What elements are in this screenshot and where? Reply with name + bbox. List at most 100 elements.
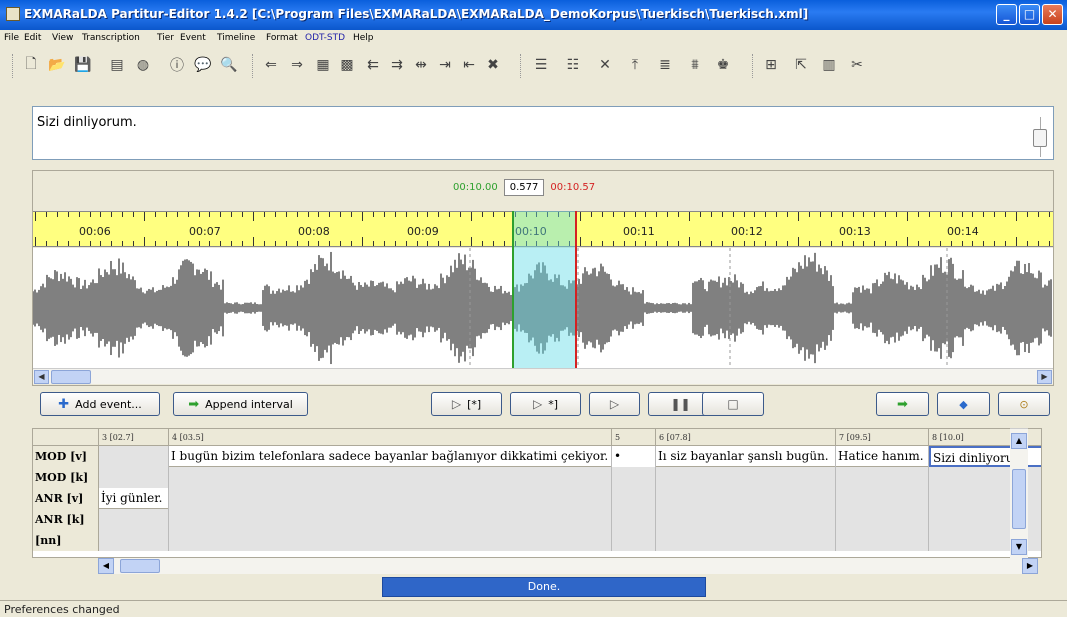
event-cell[interactable] (836, 530, 929, 551)
go-forward-button[interactable]: ➡ (876, 392, 929, 416)
merge-icon[interactable]: ▩ (336, 54, 358, 76)
speech-bubble-icon[interactable]: 💬 (192, 54, 214, 76)
event-cell[interactable] (612, 467, 656, 488)
column-header[interactable]: 4 [03.5] (169, 429, 612, 446)
text-left-icon[interactable]: ⇐ (260, 54, 282, 76)
tier-label[interactable]: MOD [v] (33, 446, 99, 467)
tier-label[interactable]: ANR [k] (33, 509, 99, 530)
event-cell[interactable] (169, 509, 612, 530)
columns-icon[interactable]: ▥ (818, 54, 840, 76)
tier-label[interactable]: ANR [v] (33, 488, 99, 509)
event-cell[interactable]: İyi günler. (99, 488, 169, 509)
info-icon[interactable]: ⓘ (166, 54, 188, 76)
event-cell[interactable]: • (612, 446, 656, 467)
play-button[interactable]: ▷ (589, 392, 640, 416)
align-icon[interactable]: ⊞ (760, 54, 782, 76)
export-icon[interactable]: ⇱ (790, 54, 812, 76)
selection-length[interactable]: 0.577 (503, 179, 545, 196)
event-cell[interactable] (656, 488, 836, 509)
cut-icon[interactable]: ✂ (846, 54, 868, 76)
scroll-up-icon[interactable]: ▲ (1011, 433, 1027, 449)
selection-end-marker[interactable] (575, 211, 577, 368)
event-cell[interactable] (836, 467, 929, 488)
event-cell[interactable] (169, 488, 612, 509)
stack-icon[interactable]: ≣ (654, 54, 676, 76)
shift-right-icon[interactable]: ⇉ (386, 54, 408, 76)
minimize-button[interactable]: _ (996, 4, 1017, 25)
menu-transcription[interactable]: Transcription (82, 33, 140, 43)
event-cell[interactable] (99, 446, 169, 467)
globe-icon[interactable]: ◍ (132, 54, 154, 76)
scroll-right-icon[interactable]: ▶ (1037, 370, 1052, 384)
event-cell[interactable] (612, 530, 656, 551)
scroll-left-icon[interactable]: ◀ (98, 558, 114, 574)
new-document-icon[interactable]: 🗋 (20, 54, 42, 76)
insert-tier-icon[interactable]: ☰ (530, 54, 552, 76)
time-button[interactable]: ⊙ (998, 392, 1050, 416)
event-text-display[interactable]: Sizi dinliyorum. (32, 106, 1054, 160)
menu-file[interactable]: File (4, 33, 19, 43)
event-cell[interactable] (836, 509, 929, 530)
maximize-button[interactable]: □ (1019, 4, 1040, 25)
navigate-button[interactable]: ◆ (937, 392, 990, 416)
selection-start-marker[interactable] (512, 211, 514, 368)
split-icon[interactable]: ⇹ (410, 54, 432, 76)
tier-remove-icon[interactable]: ✕ (594, 54, 616, 76)
menu-odt-std[interactable]: ODT-STD (305, 33, 345, 43)
scroll-thumb[interactable] (120, 559, 160, 573)
event-cell[interactable] (99, 530, 169, 551)
event-cell[interactable] (612, 509, 656, 530)
scroll-thumb[interactable] (1012, 469, 1026, 529)
event-cell[interactable] (99, 467, 169, 488)
scroll-down-icon[interactable]: ▼ (1011, 539, 1027, 555)
event-cell[interactable] (99, 509, 169, 530)
speaker-icon[interactable]: ♚ (712, 54, 734, 76)
partitur-horizontal-scrollbar[interactable]: ◀ ▶ (98, 558, 1038, 574)
menu-help[interactable]: Help (353, 33, 374, 43)
shift-left-icon[interactable]: ⇇ (362, 54, 384, 76)
event-cell[interactable]: Iı siz bayanlar şanslı bugün. (656, 446, 836, 467)
event-cell[interactable] (656, 530, 836, 551)
search-icon[interactable]: 🔍 (218, 54, 240, 76)
menu-timeline[interactable]: Timeline (217, 33, 255, 43)
event-cell[interactable]: I bugün bizim telefonlara sadece bayanla… (169, 446, 612, 467)
event-cell[interactable] (612, 488, 656, 509)
menu-event[interactable]: Event (180, 33, 206, 43)
scroll-left-icon[interactable]: ◀ (34, 370, 49, 384)
column-header[interactable]: 7 [09.5] (836, 429, 929, 446)
menu-format[interactable]: Format (266, 33, 298, 43)
upload-icon[interactable]: ⤒ (624, 54, 646, 76)
tier-label[interactable]: MOD [k] (33, 467, 99, 488)
play-selection-start-button[interactable]: ▷ [*] (431, 392, 502, 416)
event-cell[interactable] (169, 467, 612, 488)
menu-edit[interactable]: Edit (24, 33, 41, 43)
tier-properties-icon[interactable]: ☷ (562, 54, 584, 76)
timeline-scrollbar[interactable]: ◀ ▶ (33, 368, 1053, 384)
save-icon[interactable]: 💾 (72, 54, 94, 76)
column-header[interactable]: 3 [02.7] (99, 429, 169, 446)
selection-highlight[interactable] (514, 211, 576, 368)
partitur-vertical-scrollbar[interactable]: ▲ ▼ (1010, 428, 1028, 558)
menu-tier[interactable]: Tier (157, 33, 174, 43)
event-cell[interactable] (169, 530, 612, 551)
event-cell[interactable] (836, 488, 929, 509)
column-header[interactable]: 6 [07.8] (656, 429, 836, 446)
text-right-icon[interactable]: ⇒ (286, 54, 308, 76)
append-interval-button[interactable]: ➡ Append interval (173, 392, 308, 416)
collapse-icon[interactable]: ⩩ (684, 54, 706, 76)
event-cell[interactable] (656, 509, 836, 530)
event-cell[interactable] (656, 467, 836, 488)
grid-icon[interactable]: ▦ (312, 54, 334, 76)
event-cell[interactable]: Hatice hanım. (836, 446, 929, 467)
column-header[interactable]: 5 (612, 429, 656, 446)
close-button[interactable]: ✕ (1042, 4, 1063, 25)
move-right-icon[interactable]: ⇥ (434, 54, 456, 76)
menu-view[interactable]: View (52, 33, 73, 43)
font-size-slider[interactable] (1033, 129, 1047, 147)
tier-label[interactable]: [nn] (33, 530, 99, 551)
scroll-right-icon[interactable]: ▶ (1022, 558, 1038, 574)
move-left-icon[interactable]: ⇤ (458, 54, 480, 76)
transcription-icon[interactable]: ▤ (106, 54, 128, 76)
stop-button[interactable]: □ (702, 392, 764, 416)
add-event-button[interactable]: ✚ Add event... (40, 392, 160, 416)
